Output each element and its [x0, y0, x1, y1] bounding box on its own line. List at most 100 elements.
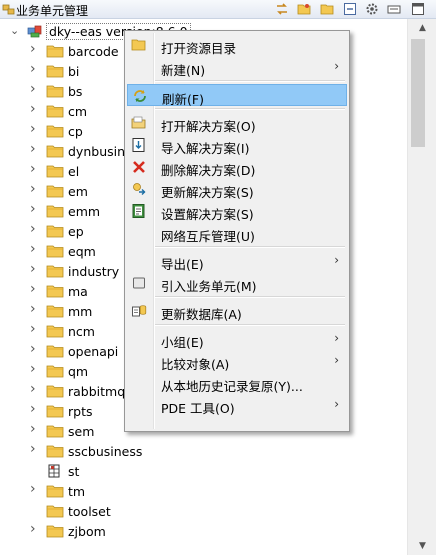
menu-item-label: 小组(E) [161, 335, 204, 350]
menu-item-label: 从本地历史记录复原(Y)... [161, 379, 303, 394]
tree-item[interactable]: › tm [0, 481, 407, 501]
chevron-right-icon[interactable]: › [30, 202, 40, 216]
business-unit-icon [2, 4, 15, 15]
menu-item-label: 新建(N) [161, 63, 206, 78]
chevron-right-icon[interactable]: › [30, 182, 40, 196]
menu-item[interactable]: 刷新(F) [127, 84, 347, 107]
chevron-right-icon[interactable]: › [30, 402, 40, 416]
chevron-right-icon[interactable]: › [30, 42, 40, 56]
chevron-right-icon[interactable]: › [30, 262, 40, 276]
menu-item[interactable]: 更新解决方案(S) [127, 178, 347, 200]
minimize-icon [387, 5, 401, 14]
folder-button[interactable] [319, 1, 335, 17]
chevron-right-icon[interactable]: › [30, 82, 40, 96]
tree-item-label: ncm [68, 324, 95, 339]
chevron-right-icon[interactable]: › [30, 362, 40, 376]
maximize-button[interactable] [410, 1, 426, 17]
chevron-right-icon[interactable]: › [30, 522, 40, 536]
tree-item-label: rpts [68, 404, 93, 419]
open-folder-button[interactable] [296, 1, 312, 17]
menu-item[interactable]: 更新数据库(A) [127, 300, 347, 322]
menu-item[interactable]: 导入解决方案(I) [127, 134, 347, 156]
database-icon [131, 303, 147, 319]
open-folder-icon [131, 37, 147, 53]
submenu-arrow-icon: › [334, 331, 339, 345]
menu-item[interactable]: 从本地历史记录复原(Y)... [127, 372, 347, 394]
chevron-right-icon[interactable]: › [30, 222, 40, 236]
menu-item-label: 比较对象(A) [161, 357, 230, 372]
tree-item-label: industry [68, 264, 120, 279]
menu-separator [155, 80, 345, 82]
update-icon [131, 181, 147, 197]
tree-item[interactable]: › zjbom [0, 521, 407, 541]
chevron-right-icon[interactable]: › [30, 342, 40, 356]
scrollbar-thumb[interactable] [411, 39, 425, 147]
chevron-right-icon[interactable]: › [30, 162, 40, 176]
menu-separator [155, 246, 345, 248]
collapse-all-button[interactable] [342, 1, 358, 17]
folder-icon [46, 423, 64, 439]
menu-item[interactable]: 新建(N) › [127, 56, 347, 78]
menu-item[interactable]: 设置解决方案(S) [127, 200, 347, 222]
tree-item-label: barcode [68, 44, 119, 59]
folder-icon [46, 43, 64, 59]
link-editor-button[interactable] [274, 1, 290, 17]
gear-icon [366, 3, 378, 15]
chevron-right-icon[interactable]: › [30, 102, 40, 116]
chevron-right-icon[interactable]: › [30, 482, 40, 496]
settings-button[interactable] [364, 1, 380, 17]
tree-item[interactable]: toolset [0, 501, 407, 521]
chevron-right-icon[interactable]: › [30, 382, 40, 396]
menu-item-label: 打开解决方案(O) [161, 119, 256, 134]
chevron-right-icon[interactable]: › [30, 282, 40, 296]
folder-open-icon [297, 4, 311, 15]
menu-item[interactable]: 打开资源目录 [127, 34, 347, 56]
open-solution-icon [131, 115, 147, 131]
folder-icon [46, 103, 64, 119]
submenu-arrow-icon: › [334, 397, 339, 411]
folder-icon [46, 383, 64, 399]
menu-separator [155, 324, 345, 326]
tree-item-label: qm [68, 364, 89, 379]
chevron-right-icon[interactable]: › [30, 422, 40, 436]
menu-item[interactable]: 小组(E) › [127, 328, 347, 350]
tree-item-label: toolset [68, 504, 111, 519]
menu-item[interactable]: PDE 工具(O) › [127, 394, 347, 416]
context-menu: 打开资源目录 新建(N) › 刷新(F) 打开解决方案(O) 导入解决方案(I) 删除解决方… [124, 30, 350, 432]
chevron-right-icon[interactable]: › [30, 302, 40, 316]
chevron-right-icon[interactable]: › [30, 322, 40, 336]
menu-item-label: PDE 工具(O) [161, 401, 235, 416]
folder-icon [46, 243, 64, 259]
folder-icon [46, 163, 64, 179]
tree-item[interactable]: st [0, 461, 407, 481]
menu-item[interactable]: 引入业务单元(M) [127, 272, 347, 294]
minimize-button[interactable] [386, 1, 402, 17]
tree-item-label: ma [68, 284, 88, 299]
tree-item-label: cp [68, 124, 83, 139]
menu-item[interactable]: 打开解决方案(O) [127, 112, 347, 134]
refresh-icon [132, 88, 148, 104]
folder-icon [46, 63, 64, 79]
menu-item[interactable]: 删除解决方案(D) [127, 156, 347, 178]
maximize-icon [412, 3, 424, 15]
chevron-down-icon[interactable]: ⌄ [10, 25, 20, 37]
scroll-up-arrow-icon[interactable]: ▲ [408, 19, 436, 37]
submenu-arrow-icon: › [334, 253, 339, 267]
vertical-scrollbar[interactable]: ▲ ▼ [407, 19, 436, 555]
chevron-right-icon[interactable]: › [30, 62, 40, 76]
menu-item[interactable]: 网络互斥管理(U) [127, 222, 347, 244]
menu-item[interactable]: 导出(E) › [127, 250, 347, 272]
menu-item[interactable]: 比较对象(A) › [127, 350, 347, 372]
folder-icon [46, 523, 64, 539]
scroll-down-arrow-icon[interactable]: ▼ [408, 537, 436, 555]
chevron-right-icon[interactable]: › [30, 122, 40, 136]
chevron-right-icon[interactable]: › [30, 142, 40, 156]
tree-item-label: el [68, 164, 80, 179]
folder-icon [46, 483, 64, 499]
folder-icon [46, 123, 64, 139]
folder-icon [46, 83, 64, 99]
chevron-right-icon[interactable]: › [30, 242, 40, 256]
chevron-right-icon[interactable]: › [30, 442, 40, 456]
tree-item-label: rabbitmq [68, 384, 126, 399]
tree-item[interactable]: › sscbusiness [0, 441, 407, 461]
